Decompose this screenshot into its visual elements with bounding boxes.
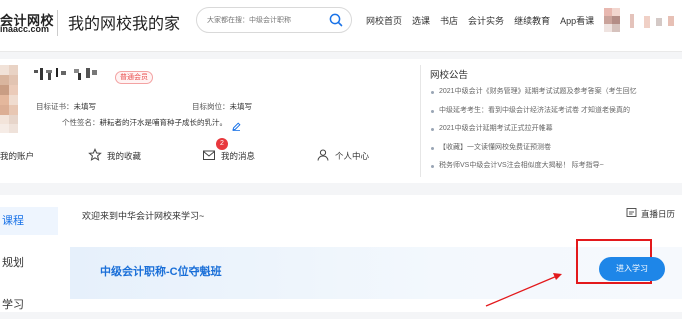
target-position: 目标岗位：未填写 bbox=[192, 101, 252, 112]
avatar[interactable] bbox=[0, 65, 18, 133]
signature: 个性签名：耕耘者的汗水是哺育种子成长的乳汁。 bbox=[62, 117, 227, 128]
target-certificate-value: 未填写 bbox=[73, 102, 97, 111]
profile-actions: 我的账户 我的收藏 我的消息 个人中心 bbox=[0, 146, 410, 166]
notice-item[interactable]: 税务师VS中级会计VS注会相似度大揭秘！ 际考指导~ bbox=[430, 157, 682, 176]
profile-divider bbox=[420, 65, 421, 177]
my-favorites-link[interactable]: 我的收藏 bbox=[88, 146, 141, 166]
username-pixelated bbox=[34, 67, 104, 80]
my-account-link[interactable]: 我的账户 bbox=[0, 146, 34, 166]
edit-pencil-icon[interactable] bbox=[232, 118, 241, 131]
my-account-label: 我的账户 bbox=[0, 151, 35, 161]
logo-divider bbox=[57, 10, 58, 36]
user-icon bbox=[316, 148, 335, 164]
welcome-text: 欢迎来到中华会计网校来学习~ bbox=[82, 211, 205, 221]
live-calendar-link[interactable]: 直播日历 bbox=[626, 207, 675, 220]
nav-accounting-practice[interactable]: 会计实务 bbox=[468, 14, 504, 28]
nav-course-select[interactable]: 选课 bbox=[412, 14, 430, 28]
personal-center-link[interactable]: 个人中心 bbox=[316, 146, 369, 166]
calendar-icon bbox=[626, 207, 641, 220]
site-logo-url: inaacc.com bbox=[0, 24, 50, 34]
user-avatar-menu[interactable] bbox=[604, 8, 680, 32]
signature-value: 耕耘者的汗水是哺育种子成长的乳汁。 bbox=[99, 118, 228, 127]
search-input[interactable] bbox=[207, 13, 325, 28]
my-messages-label: 我的消息 bbox=[221, 151, 256, 161]
search-icon[interactable] bbox=[328, 12, 344, 28]
notice-item[interactable]: 中级延考考生：看到中级会计经济法延考试卷 才知道老侯真的 bbox=[430, 102, 682, 121]
left-sidebar: 课程 规划 学习 bbox=[0, 195, 70, 312]
my-messages-link[interactable]: 我的消息 bbox=[202, 146, 255, 166]
star-icon bbox=[88, 148, 107, 164]
live-calendar-label: 直播日历 bbox=[641, 208, 676, 219]
envelope-icon bbox=[202, 148, 221, 164]
sidebar-item-courses[interactable]: 课程 bbox=[0, 207, 58, 235]
notice-list: 2021中级会计《财务管理》延期考试试题及参考答案（考生回忆 中级延考考生：看到… bbox=[430, 83, 682, 176]
course-title[interactable]: 中级会计职称-C位夺魁班 bbox=[100, 263, 222, 279]
target-certificate: 目标证书：未填写 bbox=[36, 101, 96, 112]
site-slogan: 我的网校我的家 bbox=[68, 16, 181, 33]
top-header: 会计网校 inaacc.com 我的网校我的家 网校首页 选课 书店 会计实务 … bbox=[0, 0, 682, 52]
message-count-badge: 2 bbox=[216, 138, 228, 150]
sidebar-item-study[interactable]: 学习 bbox=[0, 291, 58, 319]
search-box bbox=[196, 7, 352, 33]
my-favorites-label: 我的收藏 bbox=[107, 151, 142, 161]
signature-label: 个性签名： bbox=[62, 118, 100, 127]
notice-title: 网校公告 bbox=[430, 70, 469, 81]
personal-center-label: 个人中心 bbox=[335, 151, 370, 161]
enter-study-button[interactable]: 进入学习 bbox=[599, 257, 665, 281]
nav-bookstore[interactable]: 书店 bbox=[440, 14, 458, 28]
notice-item[interactable]: 【收藏】一文读懂网校免费证预测卷 bbox=[430, 139, 682, 158]
membership-badge: 普通会员 bbox=[115, 71, 153, 84]
profile-card: 普通会员 目标证书：未填写 目标岗位：未填写 个性签名：耕耘者的汗水是哺育种子成… bbox=[0, 59, 682, 183]
target-certificate-label: 目标证书： bbox=[36, 102, 74, 111]
main-nav: 网校首页 选课 书店 会计实务 继续教育 App看课 bbox=[366, 14, 604, 28]
main-content: 欢迎来到中华会计网校来学习~ 直播日历 中级会计职称-C位夺魁班 进入学习 bbox=[70, 195, 682, 312]
notice-item[interactable]: 2021中级会计延期考试正式拉开帷幕 bbox=[430, 120, 682, 139]
nav-app-courses[interactable]: App看课 bbox=[560, 14, 594, 28]
notice-item[interactable]: 2021中级会计《财务管理》延期考试试题及参考答案（考生回忆 bbox=[430, 83, 682, 102]
target-position-value: 未填写 bbox=[229, 102, 253, 111]
nav-continuing-education[interactable]: 继续教育 bbox=[514, 14, 550, 28]
sidebar-item-plan[interactable]: 规划 bbox=[0, 249, 58, 277]
target-position-label: 目标岗位： bbox=[192, 102, 230, 111]
nav-home[interactable]: 网校首页 bbox=[366, 14, 402, 28]
